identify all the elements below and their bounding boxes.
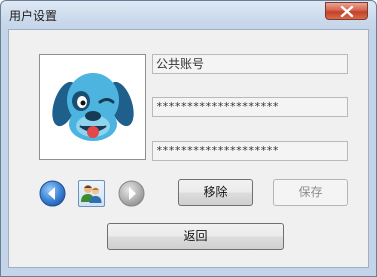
users-icon	[81, 185, 102, 203]
user-list-button[interactable]	[78, 180, 105, 207]
confirm-password-field[interactable]: ********************	[152, 141, 348, 161]
back-button[interactable]: 返回	[107, 223, 284, 250]
remove-button[interactable]: 移除	[178, 179, 253, 206]
arrow-right-icon	[118, 180, 145, 207]
title-bar[interactable]: 用户设置	[1, 1, 376, 29]
username-field[interactable]: 公共账号	[152, 54, 348, 74]
next-button[interactable]	[118, 180, 145, 207]
password-field[interactable]: ********************	[152, 97, 348, 117]
avatar[interactable]	[39, 54, 146, 160]
save-button[interactable]: 保存	[273, 179, 348, 206]
previous-button[interactable]	[39, 180, 66, 207]
window-title: 用户设置	[9, 9, 58, 23]
user-settings-window: 用户设置 公共账号 ******************** *********…	[0, 0, 377, 277]
dialog-body: 公共账号 ******************** **************…	[8, 29, 369, 268]
arrow-left-icon	[39, 180, 66, 207]
close-icon	[340, 6, 354, 17]
blue-dog-avatar-icon	[52, 73, 134, 141]
close-button[interactable]	[325, 2, 368, 20]
